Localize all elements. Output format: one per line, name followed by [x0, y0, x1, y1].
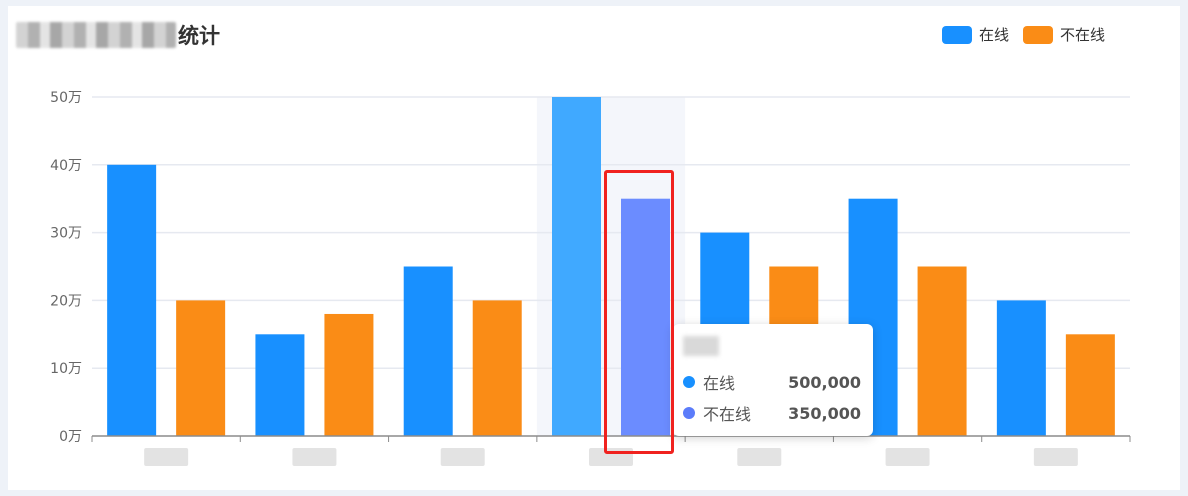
tooltip-value-offline: 350,000 [788, 403, 861, 423]
tooltip-dot-offline [683, 407, 695, 419]
bar-online [107, 164, 157, 437]
bar-offline [324, 313, 374, 436]
x-tick-label-blurred [885, 448, 930, 466]
y-tick-label: 50万 [50, 90, 82, 106]
tooltip-row-offline: 不在线 350,000 [683, 401, 861, 425]
y-tick-label: 10万 [50, 361, 82, 377]
x-tick-label-blurred [1033, 448, 1078, 466]
highlight-box [604, 170, 674, 454]
x-tick-label-blurred [144, 448, 189, 466]
bar-offline [472, 300, 522, 436]
tooltip-blurred-category [683, 336, 719, 356]
bar-online [403, 266, 453, 436]
y-tick-label: 30万 [50, 226, 82, 242]
bar-online [552, 97, 601, 436]
bar-online [996, 300, 1046, 436]
bar-offline [917, 266, 967, 436]
x-tick-label-blurred [292, 448, 337, 466]
bar-chart: 0万 10万 20万 30万 40万 50万 [50, 90, 1131, 466]
tooltip: 在线 500,000 不在线 350,000 [673, 324, 873, 436]
tooltip-dot-online [683, 376, 695, 388]
bar-offline [1065, 334, 1115, 436]
y-tick-label: 40万 [50, 158, 82, 174]
x-tick-label-blurred [737, 448, 782, 466]
bar-online [255, 334, 305, 436]
tooltip-label-offline: 不在线 [703, 405, 752, 424]
y-tick-label: 0万 [59, 429, 82, 445]
x-tick-label-blurred [440, 448, 485, 466]
tooltip-row-online: 在线 500,000 [683, 370, 861, 394]
tooltip-value-online: 500,000 [788, 372, 861, 392]
tooltip-label-online: 在线 [703, 374, 736, 393]
bar-offline [176, 300, 226, 436]
y-tick-label: 20万 [50, 293, 82, 309]
